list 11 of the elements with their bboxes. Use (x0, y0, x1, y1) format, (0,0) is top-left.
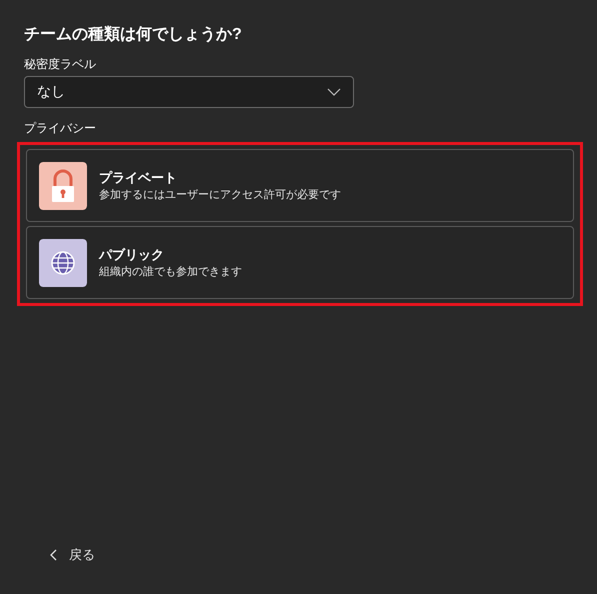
lock-icon (39, 162, 87, 210)
page-title: チームの種類は何でしょうか? (24, 24, 243, 45)
field-label: 秘密度ラベル (24, 56, 97, 72)
privacy-option[interactable]: プライベート 参加するにはユーザーにアクセス許可が必要です (26, 149, 574, 222)
chevron-left-icon (50, 549, 57, 561)
privacy-option[interactable]: パブリック 組織内の誰でも参加できます (26, 226, 574, 299)
chevron-down-icon (327, 88, 341, 96)
globe-icon (39, 238, 87, 286)
section-label: プライバシー (24, 120, 97, 136)
sensitivity-dropdown[interactable]: なし (24, 76, 354, 108)
back-button[interactable]: 戻る (50, 542, 95, 568)
